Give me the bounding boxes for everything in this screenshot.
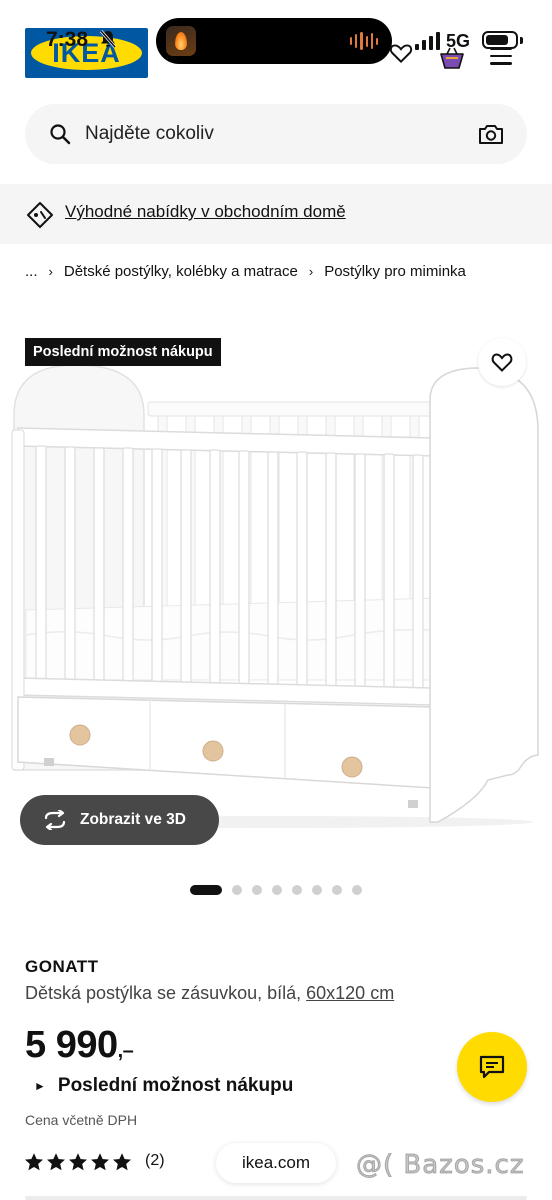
breadcrumb-item[interactable]: Dětské postýlky, kolébky a matrace: [64, 263, 298, 280]
promo-link[interactable]: Výhodné nabídky v obchodním domě: [65, 202, 346, 222]
dynamic-island[interactable]: [156, 18, 392, 64]
add-to-favourites-button[interactable]: [478, 338, 526, 386]
silent-bell-icon: [99, 30, 117, 53]
promo-strip[interactable]: Výhodné nabídky v obchodním domě: [0, 184, 552, 244]
gallery-dot[interactable]: [190, 885, 222, 895]
gallery-dot[interactable]: [292, 885, 302, 895]
chat-button[interactable]: [457, 1032, 527, 1102]
shopping-bag-icon[interactable]: [438, 45, 466, 71]
camera-icon[interactable]: [478, 123, 504, 145]
price-tag-icon: [27, 202, 53, 228]
product-description-text: Dětská postýlka se zásuvkou, bílá,: [25, 983, 307, 1003]
gallery-dot[interactable]: [332, 885, 342, 895]
star-icon: [69, 1153, 87, 1171]
price-value: 5 990: [25, 1024, 118, 1066]
product-size-link[interactable]: 60x120 cm: [306, 983, 394, 1003]
star-icon: [113, 1153, 131, 1171]
rotate-3d-icon: [44, 810, 66, 830]
heart-icon: [491, 353, 513, 372]
product-image: [11, 364, 539, 828]
product-price: 5 990,–: [25, 1024, 134, 1067]
star-icon: [47, 1153, 65, 1171]
rating-stars[interactable]: [25, 1153, 131, 1171]
chevron-right-icon: ›: [48, 263, 53, 279]
search-input[interactable]: [85, 104, 465, 164]
gallery-dot[interactable]: [312, 885, 322, 895]
last-chance-badge: Poslední možnost nákupu: [25, 338, 221, 366]
gallery-dot[interactable]: [272, 885, 282, 895]
breadcrumb-item[interactable]: ...: [25, 263, 38, 280]
status-time: 7:38: [46, 28, 89, 51]
gallery-dot[interactable]: [352, 885, 362, 895]
browser-url-bar[interactable]: ikea.com: [216, 1143, 336, 1183]
breadcrumb-item[interactable]: Postýlky pro miminka: [324, 263, 466, 280]
view-in-3d-label: Zobrazit ve 3D: [80, 811, 186, 828]
chat-bubble-icon: [479, 1055, 505, 1079]
chevron-right-icon: ›: [308, 263, 314, 279]
search-bar[interactable]: [25, 104, 527, 164]
star-icon: [91, 1153, 109, 1171]
star-icon: [25, 1153, 43, 1171]
gallery-dot[interactable]: [232, 885, 242, 895]
fireplace-app-icon: [166, 26, 196, 56]
watermark: @( Bazos.cz: [356, 1150, 525, 1181]
product-description: Dětská postýlka se zásuvkou, bílá, 60x12…: [25, 983, 394, 1004]
price-suffix: ,–: [117, 1040, 134, 1062]
header: IKEA 7:38 5G: [0, 0, 552, 92]
view-in-3d-button[interactable]: Zobrazit ve 3D: [20, 795, 219, 845]
availability-label: Poslední možnost nákupu: [57, 1075, 294, 1096]
bottom-divider: [25, 1196, 527, 1200]
signal-icon: [415, 32, 440, 50]
caret-right-icon: ►: [34, 1078, 46, 1093]
review-count[interactable]: (2): [145, 1152, 165, 1170]
vat-note: Cena včetně DPH: [25, 1112, 138, 1128]
hamburger-menu-icon[interactable]: [490, 47, 512, 65]
breadcrumb: ... › Dětské postýlky, kolébky a matrace…: [25, 260, 466, 282]
wishlist-heart-icon[interactable]: [388, 40, 414, 66]
gallery-pagination[interactable]: [190, 884, 362, 896]
gallery-dot[interactable]: [252, 885, 262, 895]
search-icon: [50, 124, 71, 145]
availability-toggle[interactable]: ► Poslední možnost nákupu: [34, 1075, 293, 1097]
battery-tip: [520, 37, 523, 44]
product-brand: GONATT: [25, 957, 99, 976]
audio-wave-icon: [350, 32, 379, 50]
